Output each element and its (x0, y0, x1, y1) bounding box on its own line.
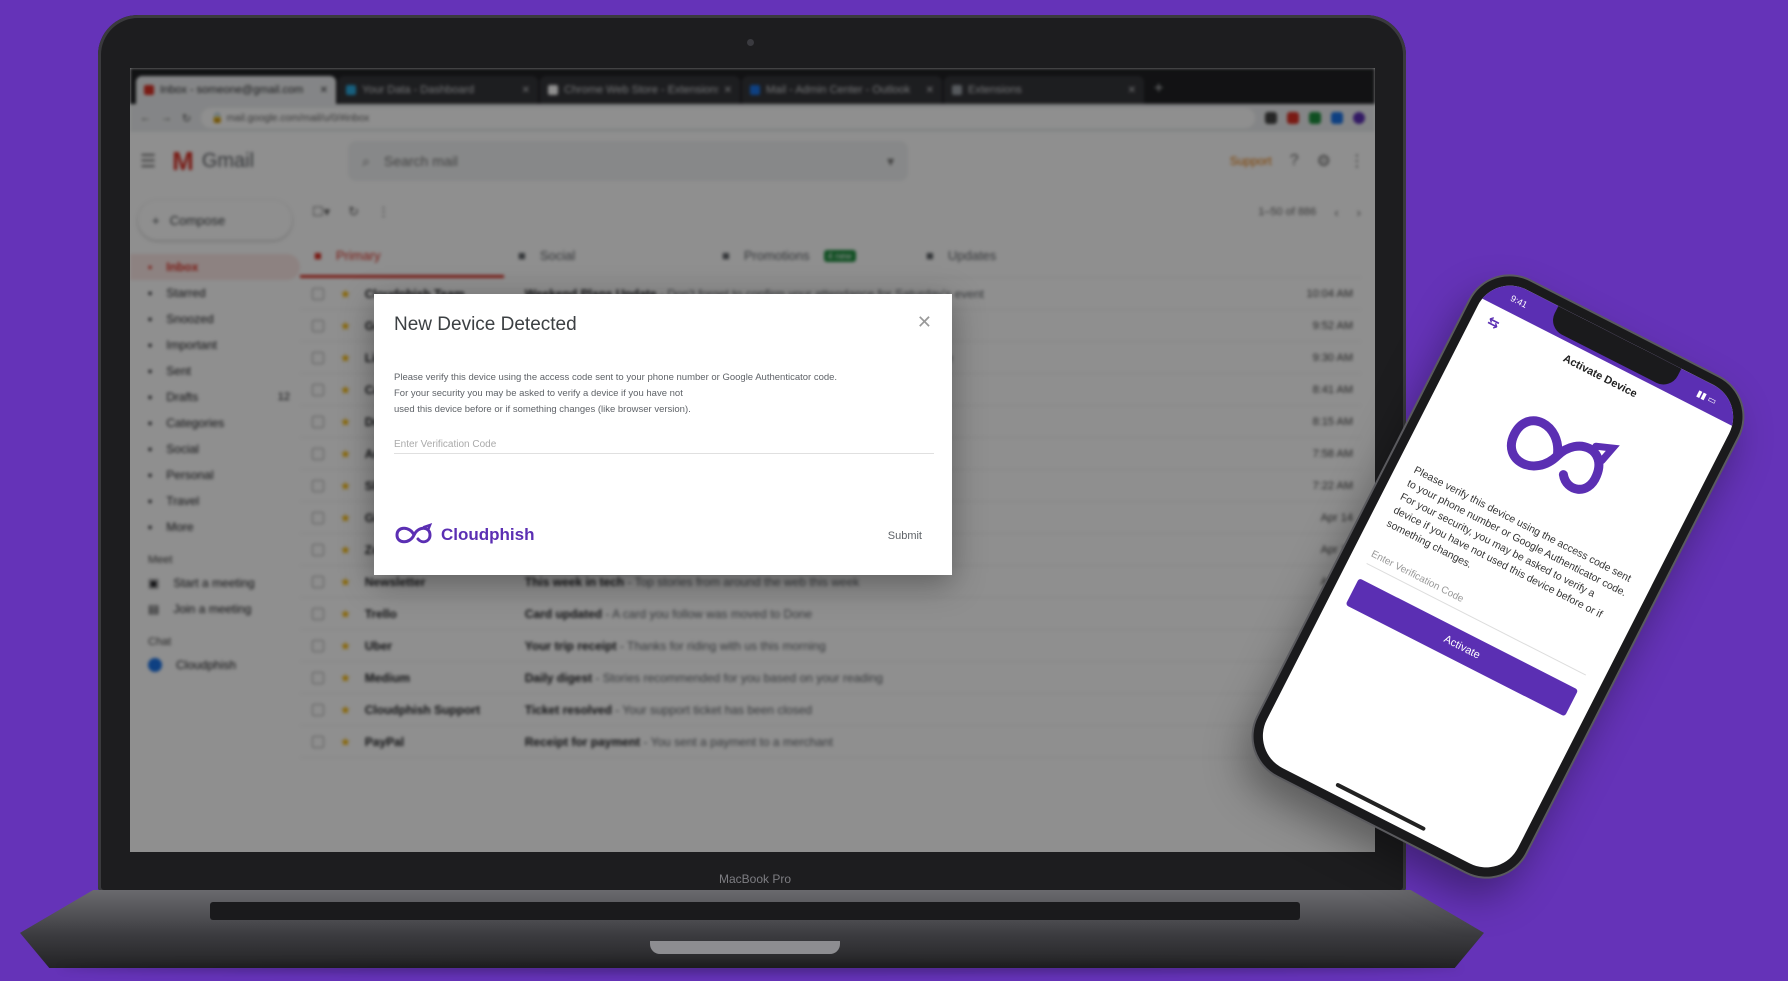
dialog-title: New Device Detected (394, 314, 577, 335)
laptop-shadow (60, 962, 1460, 974)
dialog-message-line: used this device before or if something … (394, 404, 691, 415)
dialog-message-line: Please verify this device using the acce… (394, 372, 838, 383)
dialog-message-line: For your security you may be asked to ve… (394, 388, 683, 399)
cloudphish-infinity-icon (1507, 416, 1620, 494)
close-icon[interactable]: ✕ (917, 312, 932, 333)
back-arrow-icon[interactable]: ⇆ (1484, 313, 1503, 333)
laptop-keyboard (210, 902, 1300, 920)
cloudphish-infinity-icon (395, 522, 433, 544)
laptop-notch (650, 941, 840, 954)
laptop-screen: Inbox - someone@gmail.com ✕ Your Data - … (130, 68, 1375, 852)
verification-code-input[interactable] (394, 436, 934, 454)
status-time: 9:41 (1508, 293, 1529, 310)
cloudphish-logo: Cloudphish (394, 520, 534, 550)
dialog-message: Please verify this device using the acce… (394, 370, 934, 418)
new-device-dialog: New Device Detected ✕ Please verify this… (374, 294, 952, 575)
brand-name: Cloudphish (441, 525, 535, 544)
submit-button[interactable]: Submit (888, 530, 922, 542)
laptop-model-label: MacBook Pro (718, 872, 792, 886)
laptop-camera (747, 39, 754, 46)
battery-icon: ▮▮ ▭ (1695, 387, 1719, 406)
